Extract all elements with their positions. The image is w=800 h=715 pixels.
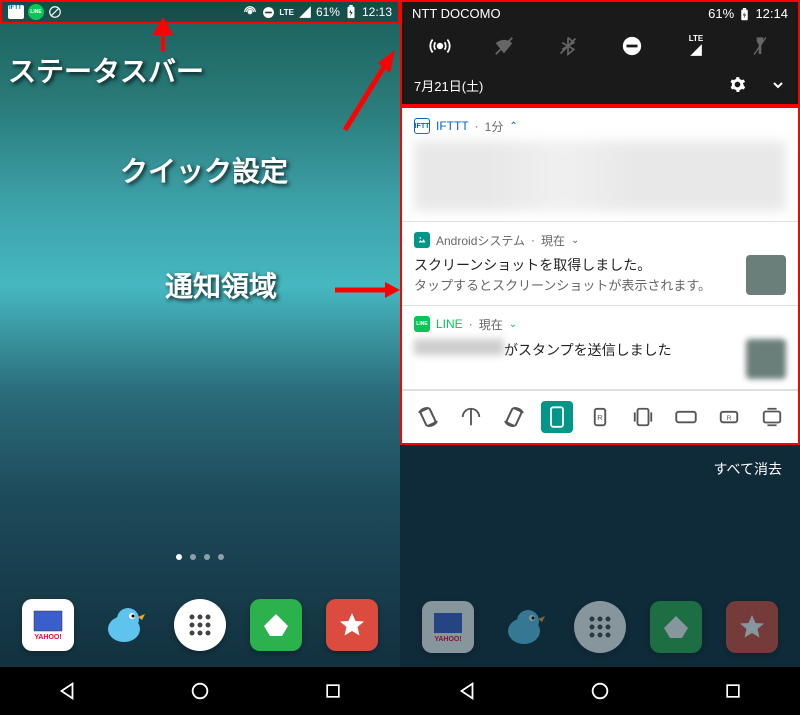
page-dot[interactable] — [190, 554, 196, 560]
ifttt-icon: IFTT — [414, 118, 430, 134]
notif-time: 現在 — [479, 316, 503, 333]
clear-all-button[interactable]: すべて消去 — [400, 445, 800, 493]
qs-hotspot-toggle[interactable] — [428, 34, 452, 58]
collapse-icon[interactable]: ⌃ — [509, 121, 517, 132]
recents-button[interactable] — [303, 667, 363, 715]
home-button[interactable] — [570, 667, 630, 715]
arrow-to-notification-area — [335, 280, 405, 305]
qs-battery-percent: 61% — [708, 6, 734, 21]
hotspot-icon — [243, 5, 257, 19]
carrier-label: NTT DOCOMO — [412, 6, 501, 21]
battery-percent: 61% — [316, 5, 340, 19]
settings-icon[interactable] — [729, 81, 750, 96]
expand-icon[interactable]: ⌄ — [571, 235, 579, 246]
lte-label: LTE — [279, 8, 294, 17]
battery-icon — [344, 5, 358, 19]
rotation-icon[interactable] — [756, 401, 788, 433]
rotation-icon[interactable]: R — [584, 401, 616, 433]
qs-dnd-toggle[interactable] — [620, 34, 644, 58]
dimmed-dock: YAHOO! — [400, 587, 800, 667]
app-drawer-button[interactable] — [574, 601, 626, 653]
app-wunderlist[interactable] — [326, 599, 378, 651]
auto-rotate-icon[interactable] — [412, 401, 444, 433]
home-button[interactable] — [170, 667, 230, 715]
clock: 12:13 — [362, 5, 392, 19]
portrait-lock-icon[interactable] — [541, 401, 573, 433]
annotation-notification-area: 通知領域 — [165, 265, 277, 305]
notif-message: がスタンプを送信しました — [504, 340, 672, 360]
navigation-bar — [0, 667, 400, 715]
landscape-icon[interactable] — [670, 401, 702, 433]
annotation-status-bar: ステータスバー — [8, 50, 204, 90]
notification-card[interactable]: Androidシステム · 現在 ⌄ スクリーンショットを取得しました。 タップ… — [402, 222, 798, 306]
block-icon — [48, 5, 62, 19]
expand-icon[interactable] — [770, 81, 786, 96]
svg-text:R: R — [597, 413, 603, 422]
page-dot[interactable] — [218, 554, 224, 560]
app-twitter[interactable] — [498, 601, 550, 653]
page-dot[interactable] — [204, 554, 210, 560]
dock: YAHOO! — [0, 590, 400, 660]
app-twitter[interactable] — [98, 599, 150, 651]
back-button[interactable] — [37, 667, 97, 715]
notification-area: IFTT IFTTT · 1分 ⌃ Androidシステム · 現在 ⌄ — [400, 106, 800, 445]
qs-wifi-toggle[interactable] — [492, 34, 516, 58]
line-icon: LINE — [414, 316, 430, 332]
rotation-icon[interactable] — [627, 401, 659, 433]
page-indicator[interactable] — [176, 554, 224, 560]
notif-time: 1分 — [485, 118, 504, 135]
line-icon: LINE — [28, 4, 44, 20]
rotation-control-bar: R R — [402, 390, 798, 443]
notif-body-blurred — [414, 141, 786, 211]
android-system-icon — [414, 232, 430, 248]
rotation-icon[interactable] — [455, 401, 487, 433]
app-yahoo[interactable]: YAHOO! — [422, 601, 474, 653]
notif-app-name: LINE — [436, 317, 463, 331]
svg-text:YAHOO!: YAHOO! — [34, 634, 61, 641]
expand-icon[interactable]: ⌄ — [509, 319, 517, 330]
back-button[interactable] — [437, 667, 497, 715]
qs-cellular-toggle[interactable]: LTE — [684, 34, 708, 58]
qs-clock: 12:14 — [755, 6, 788, 21]
rotation-icon[interactable]: R — [713, 401, 745, 433]
notif-title: スクリーンショットを取得しました。 — [414, 255, 711, 275]
notification-card[interactable]: LINE LINE · 現在 ⌄ がスタンプを送信しました — [402, 306, 798, 390]
battery-icon — [738, 8, 752, 22]
qs-flashlight-toggle[interactable] — [748, 34, 772, 58]
page-dot[interactable] — [176, 554, 182, 560]
notif-app-name: IFTTT — [436, 119, 469, 133]
notif-subtitle: タップするとスクリーンショットが表示されます。 — [414, 275, 711, 294]
notif-time: 現在 — [541, 232, 565, 249]
status-bar[interactable]: IFTT LINE LTE 61% — [0, 0, 400, 24]
navigation-bar — [400, 667, 800, 715]
arrow-to-quick-settings — [340, 45, 400, 140]
app-drawer-button[interactable] — [174, 599, 226, 651]
screenshot-thumbnail[interactable] — [746, 255, 786, 295]
app-feedly[interactable] — [250, 599, 302, 651]
qs-date: 7月21日(土) — [414, 76, 483, 95]
line-thumbnail — [746, 339, 786, 379]
svg-text:R: R — [727, 415, 732, 422]
notification-shade: NTT DOCOMO 61% 12:14 — [400, 0, 800, 715]
qs-bluetooth-toggle[interactable] — [556, 34, 580, 58]
notif-app-name: Androidシステム — [436, 232, 525, 249]
arrow-to-status-bar — [153, 21, 173, 56]
notification-card[interactable]: IFTT IFTTT · 1分 ⌃ — [402, 108, 798, 222]
recents-button[interactable] — [703, 667, 763, 715]
app-feedly[interactable] — [650, 601, 702, 653]
home-screen: IFTT LINE LTE 61% — [0, 0, 400, 715]
dnd-icon — [261, 5, 275, 19]
quick-settings-panel: NTT DOCOMO 61% 12:14 — [400, 0, 800, 106]
svg-text:YAHOO!: YAHOO! — [434, 636, 461, 643]
annotation-quick-settings: クイック設定 — [120, 150, 288, 190]
rotation-icon[interactable] — [498, 401, 530, 433]
sender-name-blurred — [414, 339, 504, 355]
signal-icon — [298, 5, 312, 19]
ifttt-icon: IFTT — [8, 5, 24, 19]
app-yahoo[interactable]: YAHOO! — [22, 599, 74, 651]
app-wunderlist[interactable] — [726, 601, 778, 653]
